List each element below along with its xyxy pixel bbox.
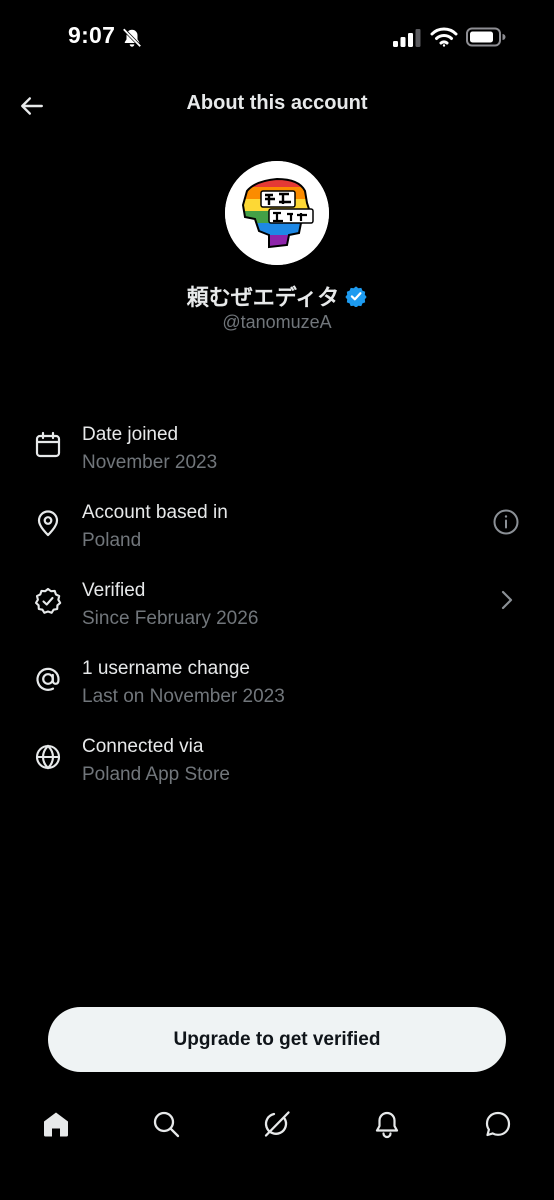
tab-home[interactable] [40,1108,72,1140]
tab-notifications[interactable] [371,1108,403,1140]
at-sign-icon [36,667,60,691]
wifi-icon [430,27,458,47]
verified-seal-icon [34,587,62,614]
username-change-value: Last on November 2023 [82,686,285,707]
about-account-screen: 9:07 About this account 頼むぜエディタ @tanomuz… [0,0,554,1200]
info-row-username-change: 1 username change Last on November 2023 [0,646,554,724]
tab-grok[interactable] [261,1108,293,1140]
cellular-signal-icon [393,29,421,47]
info-row-date-joined: Date joined November 2023 [0,412,554,490]
verified-details-button[interactable] [492,586,520,614]
account-info-list: Date joined November 2023 Account based … [0,412,554,802]
avatar-logo-image [225,161,329,265]
notifications-icon [375,1111,399,1139]
battery-icon [466,27,506,47]
account-based-in-value: Poland [82,530,142,551]
info-row-account-based-in: Account based in Poland [0,490,554,568]
date-joined-value: November 2023 [82,452,218,473]
info-row-verified[interactable]: Verified Since February 2026 [0,568,554,646]
tab-search[interactable] [150,1108,182,1140]
username-change-label: 1 username change [82,658,250,679]
verified-value: Since February 2026 [82,608,259,629]
page-title: About this account [186,92,368,114]
status-bar: 9:07 [0,0,554,76]
verified-label: Verified [82,580,146,601]
display-name-row: 頼むぜエディタ [0,280,554,312]
status-time: 9:07 [68,22,116,48]
bell-slash-icon [122,28,142,48]
upgrade-verified-button[interactable]: Upgrade to get verified [48,1007,506,1072]
search-icon [153,1111,180,1138]
globe-icon [35,744,61,770]
tab-messages[interactable] [482,1108,514,1140]
display-name: 頼むぜエディタ [186,285,340,310]
account-based-in-label: Account based in [82,502,228,523]
verified-badge-icon [345,286,367,307]
calendar-icon [35,431,61,458]
location-info-button[interactable] [492,508,520,536]
connected-via-label: Connected via [82,736,204,757]
home-icon [44,1112,68,1137]
info-icon [493,509,519,535]
connected-via-value: Poland App Store [82,764,230,785]
messages-icon [485,1111,511,1137]
date-joined-label: Date joined [82,424,179,445]
username-handle: @tanomuzeA [222,312,332,332]
chevron-right-icon [501,590,513,610]
location-pin-icon [37,510,59,537]
avatar[interactable] [225,161,329,265]
grok-icon [264,1111,290,1137]
top-app-bar: About this account [0,76,554,134]
info-row-connected-via: Connected via Poland App Store [0,724,554,802]
bottom-tab-bar [0,1098,554,1154]
